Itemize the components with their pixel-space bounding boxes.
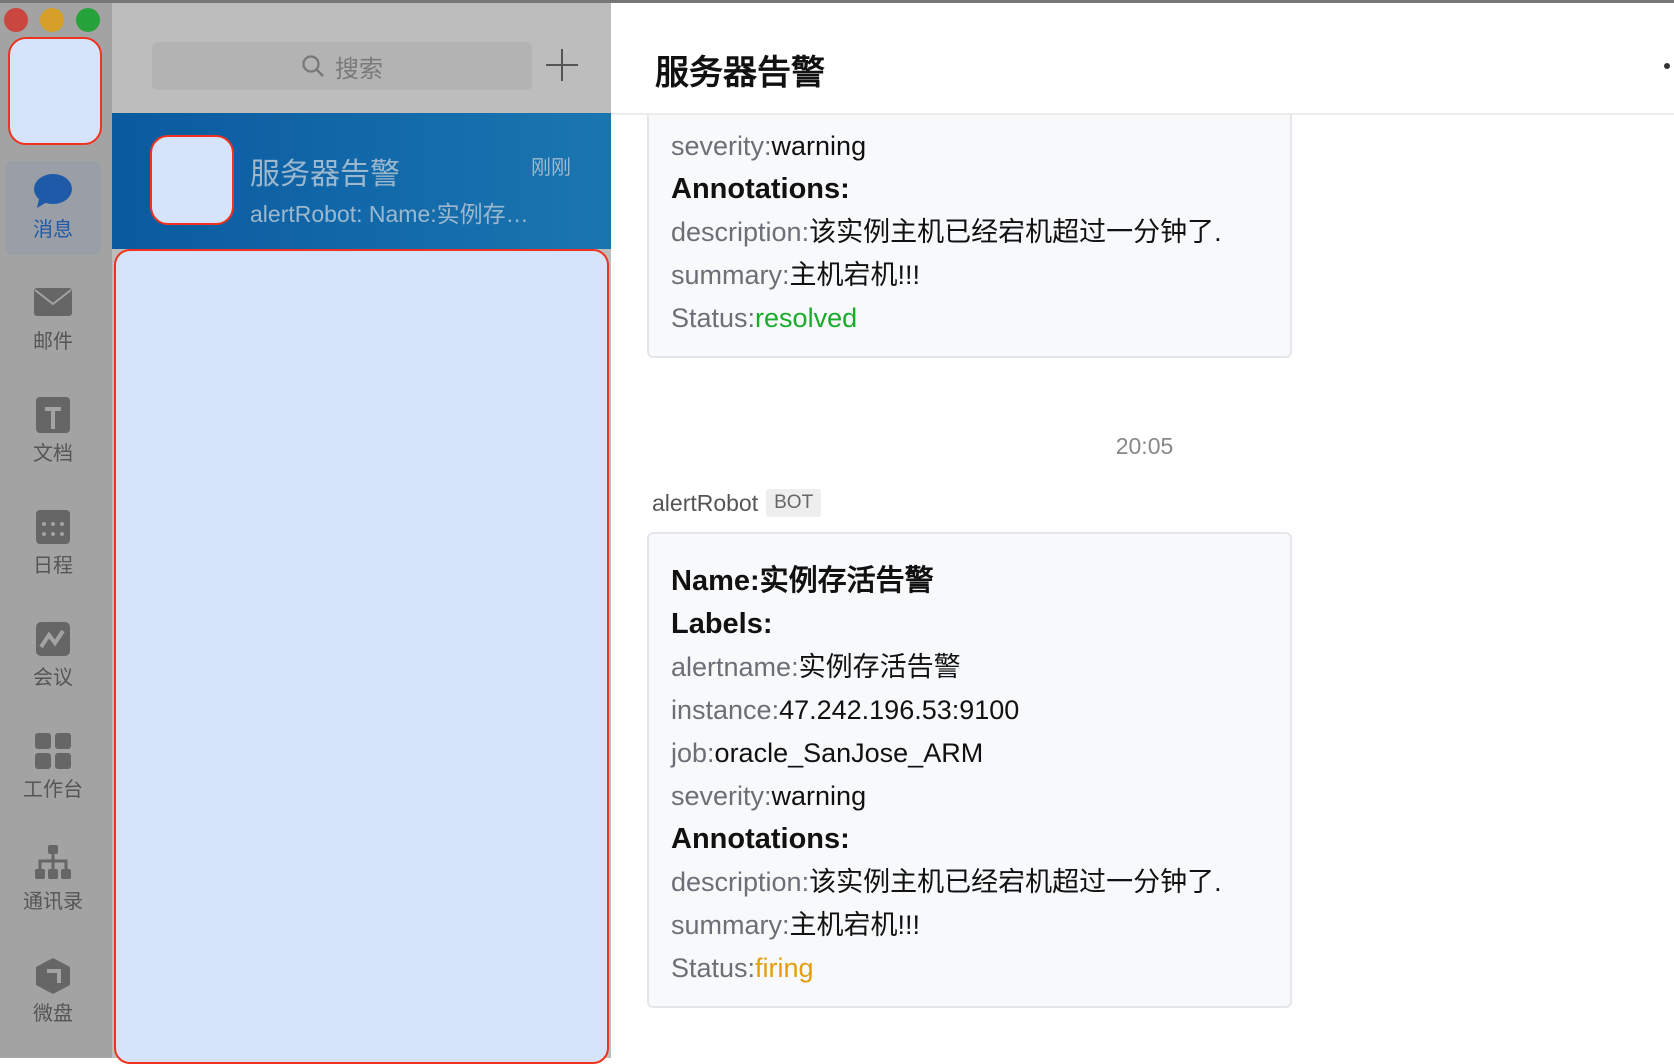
field-key: severity: — [671, 781, 772, 811]
nav-item-label: 微盘 — [33, 1003, 73, 1025]
chat-title: 服务器告警 — [655, 54, 825, 92]
nav-item-label: 文档 — [33, 443, 73, 465]
field-key: alertname: — [671, 652, 799, 682]
add-button[interactable] — [544, 47, 580, 83]
conversation-item[interactable]: 服务器告警 刚刚 alertRobot: Name:实例存… — [112, 113, 611, 249]
minimize-window-button[interactable] — [40, 8, 64, 32]
field-value: firing — [755, 953, 814, 983]
search-icon — [302, 55, 324, 77]
conversation-time: 刚刚 — [531, 157, 571, 179]
conversation-avatar — [150, 135, 234, 225]
field-value: warning — [771, 781, 867, 811]
field-key: Status: — [671, 953, 756, 983]
chat-header: 服务器告警 — [611, 3, 1674, 115]
nav-item-label: 通讯录 — [23, 891, 83, 913]
nav-item-contacts[interactable]: 通讯录 — [5, 833, 101, 927]
field-value: 主机宕机!!! — [789, 910, 921, 940]
message-line: Name:实例存活告警 — [671, 565, 934, 597]
field-value: oracle_SanJose_ARM — [714, 738, 984, 768]
drive-icon — [33, 957, 73, 994]
field-key: job: — [671, 738, 715, 768]
field-key: description: — [671, 867, 810, 897]
calendar-icon — [33, 509, 73, 544]
nav-item-label: 会议 — [33, 667, 73, 689]
message-line: summary:主机宕机!!! — [671, 904, 1268, 947]
message-line: Status:resolved — [671, 297, 1268, 340]
conversation-name: 服务器告警 — [250, 158, 400, 191]
close-window-button[interactable] — [4, 8, 28, 32]
search-placeholder: 搜索 — [335, 55, 383, 83]
workbench-icon — [33, 733, 73, 769]
sender-name[interactable]: alertRobot — [652, 490, 758, 517]
field-key: Status: — [671, 303, 756, 333]
conversation-preview: alertRobot: Name:实例存… — [250, 201, 529, 227]
nav-item-label: 消息 — [33, 219, 73, 241]
nav-item-label: 工作台 — [23, 779, 83, 801]
message-line: Status:firing — [671, 947, 1268, 990]
message-line: Annotations: — [671, 173, 850, 205]
contacts-icon — [33, 845, 73, 879]
user-avatar[interactable] — [8, 37, 102, 145]
message-timestamp: 20:05 — [1115, 433, 1174, 459]
field-value: 该实例主机已经宕机超过一分钟了. — [809, 217, 1222, 247]
field-value: warning — [771, 131, 867, 161]
message-line: job:oracle_SanJose_ARM — [671, 732, 1268, 775]
field-key: summary: — [671, 910, 790, 940]
message-card: severity:warning Annotations: description:… — [647, 115, 1292, 358]
bot-badge: BOT — [766, 489, 822, 517]
maximize-window-button[interactable] — [76, 8, 100, 32]
message-line: alertname:实例存活告警 — [671, 646, 1268, 689]
document-icon — [33, 397, 73, 433]
message-line: Labels: — [671, 608, 773, 640]
message-line: Annotations: — [671, 823, 850, 855]
nav-item-calendar[interactable]: 日程 — [5, 497, 101, 591]
field-value: 实例存活告警 — [798, 652, 961, 682]
redacted-region — [114, 249, 609, 1064]
app-rail: 消息邮件文档日程会议工作台通讯录微盘 — [0, 0, 112, 1058]
message-line: severity:warning — [671, 775, 1268, 818]
message-line: instance:47.242.196.53:9100 — [671, 689, 1268, 732]
nav-item-chat-bubble[interactable]: 消息 — [5, 161, 101, 255]
chat-bubble-icon — [33, 173, 73, 208]
field-key: description: — [671, 217, 810, 247]
message-line: severity:warning — [671, 125, 1268, 168]
field-key: instance: — [671, 695, 780, 725]
more-icon[interactable] — [1664, 63, 1670, 69]
message-sender: alertRobot BOT — [652, 489, 822, 517]
conversation-list: 搜索 服务器告警 刚刚 alertRobot: Name:实例存… — [112, 0, 611, 1064]
field-value: resolved — [755, 303, 858, 333]
mail-icon — [33, 285, 73, 319]
chat-panel: 服务器告警 severity:warning Annotations: descri… — [611, 0, 1674, 1058]
field-value: 47.242.196.53:9100 — [779, 695, 1020, 725]
nav-item-label: 邮件 — [33, 331, 73, 353]
field-value: 该实例主机已经宕机超过一分钟了. — [809, 867, 1222, 897]
nav-item-meeting[interactable]: 会议 — [5, 609, 101, 703]
field-key: summary: — [671, 260, 790, 290]
nav-item-workbench[interactable]: 工作台 — [5, 721, 101, 815]
message-card: Name:实例存活告警 Labels: alertname:实例存活告警 instan… — [647, 532, 1292, 1008]
nav-item-mail[interactable]: 邮件 — [5, 273, 101, 367]
message-line: summary:主机宕机!!! — [671, 254, 1268, 297]
search-input[interactable]: 搜索 — [152, 42, 532, 90]
meeting-icon — [33, 621, 73, 656]
nav-item-document[interactable]: 文档 — [5, 385, 101, 479]
field-key: severity: — [671, 131, 772, 161]
field-value: 主机宕机!!! — [789, 260, 921, 290]
nav-item-label: 日程 — [33, 555, 73, 577]
nav-item-drive[interactable]: 微盘 — [5, 945, 101, 1039]
message-line: description:该实例主机已经宕机超过一分钟了. — [671, 861, 1268, 904]
message-line: description:该实例主机已经宕机超过一分钟了. — [671, 211, 1268, 254]
